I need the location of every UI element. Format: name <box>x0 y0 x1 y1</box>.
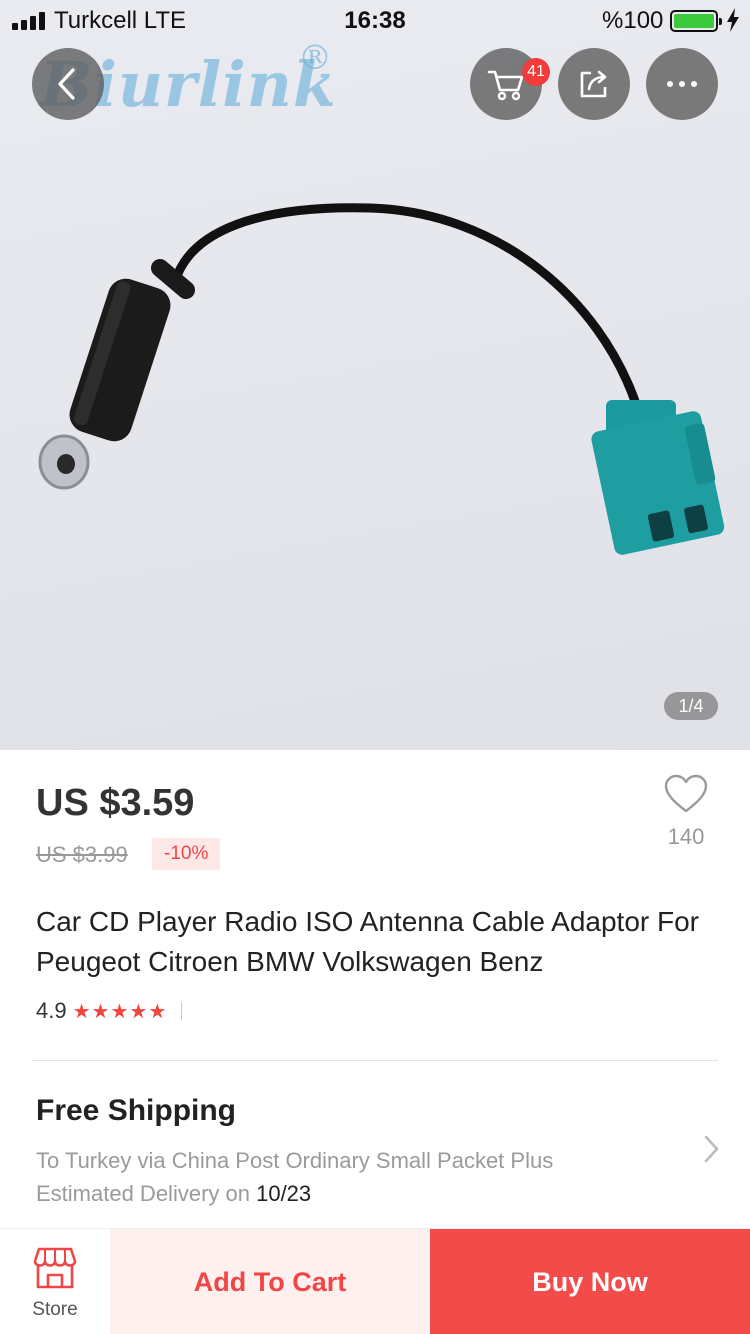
delivery-label: Estimated Delivery on <box>36 1181 257 1206</box>
product-title: Car CD Player Radio ISO Antenna Cable Ad… <box>36 906 700 977</box>
section-divider <box>32 1060 718 1061</box>
registered-mark: ® <box>298 38 332 78</box>
current-price: US $3.59 <box>36 782 195 824</box>
rating-separator <box>181 1002 183 1020</box>
delivery-date: 10/23 <box>256 1181 312 1206</box>
image-counter: 1/4 <box>664 692 718 720</box>
share-icon <box>580 70 607 98</box>
heart-icon <box>664 774 708 813</box>
rating-value: 4.9 <box>36 998 67 1023</box>
more-button[interactable] <box>646 48 718 120</box>
buy-now-button[interactable]: Buy Now <box>430 1229 750 1334</box>
cart-count-badge: 41 <box>522 58 550 86</box>
store-icon <box>33 1247 77 1289</box>
battery-icon <box>670 10 722 32</box>
battery-percent: %100 <box>602 7 664 34</box>
discount-badge: -10% <box>152 838 221 870</box>
cart-icon <box>487 70 524 101</box>
share-button[interactable] <box>558 48 630 120</box>
add-to-cart-button[interactable]: Add To Cart <box>110 1229 430 1334</box>
rating-row[interactable]: 4.9 ★★★★★ <box>36 998 183 1024</box>
store-label: Store <box>32 1299 78 1320</box>
charging-bolt-icon <box>727 8 739 32</box>
product-image-gallery[interactable]: Biurlink ® Turkcell LTE 16:38 %100 41 1/… <box>0 0 750 750</box>
wishlist-count: 140 <box>667 824 705 849</box>
more-icon <box>667 81 697 87</box>
status-bar: Turkcell LTE 16:38 %100 <box>0 0 750 40</box>
shipping-method: To Turkey via China Post Ordinary Small … <box>36 1148 554 1173</box>
back-button[interactable] <box>32 48 104 120</box>
original-price: US $3.99 <box>36 842 128 867</box>
back-icon <box>58 68 75 100</box>
bottom-action-bar: Store Add To Cart Buy Now <box>0 1228 750 1334</box>
estimated-delivery: Estimated Delivery on 10/23 <box>36 1181 311 1207</box>
chevron-right-icon <box>704 1135 719 1163</box>
wishlist-button[interactable] <box>660 774 712 819</box>
shipping-title: Free Shipping <box>36 1094 237 1127</box>
star-rating-icon: ★★★★★ <box>72 1000 168 1023</box>
store-button[interactable]: Store <box>0 1229 110 1334</box>
